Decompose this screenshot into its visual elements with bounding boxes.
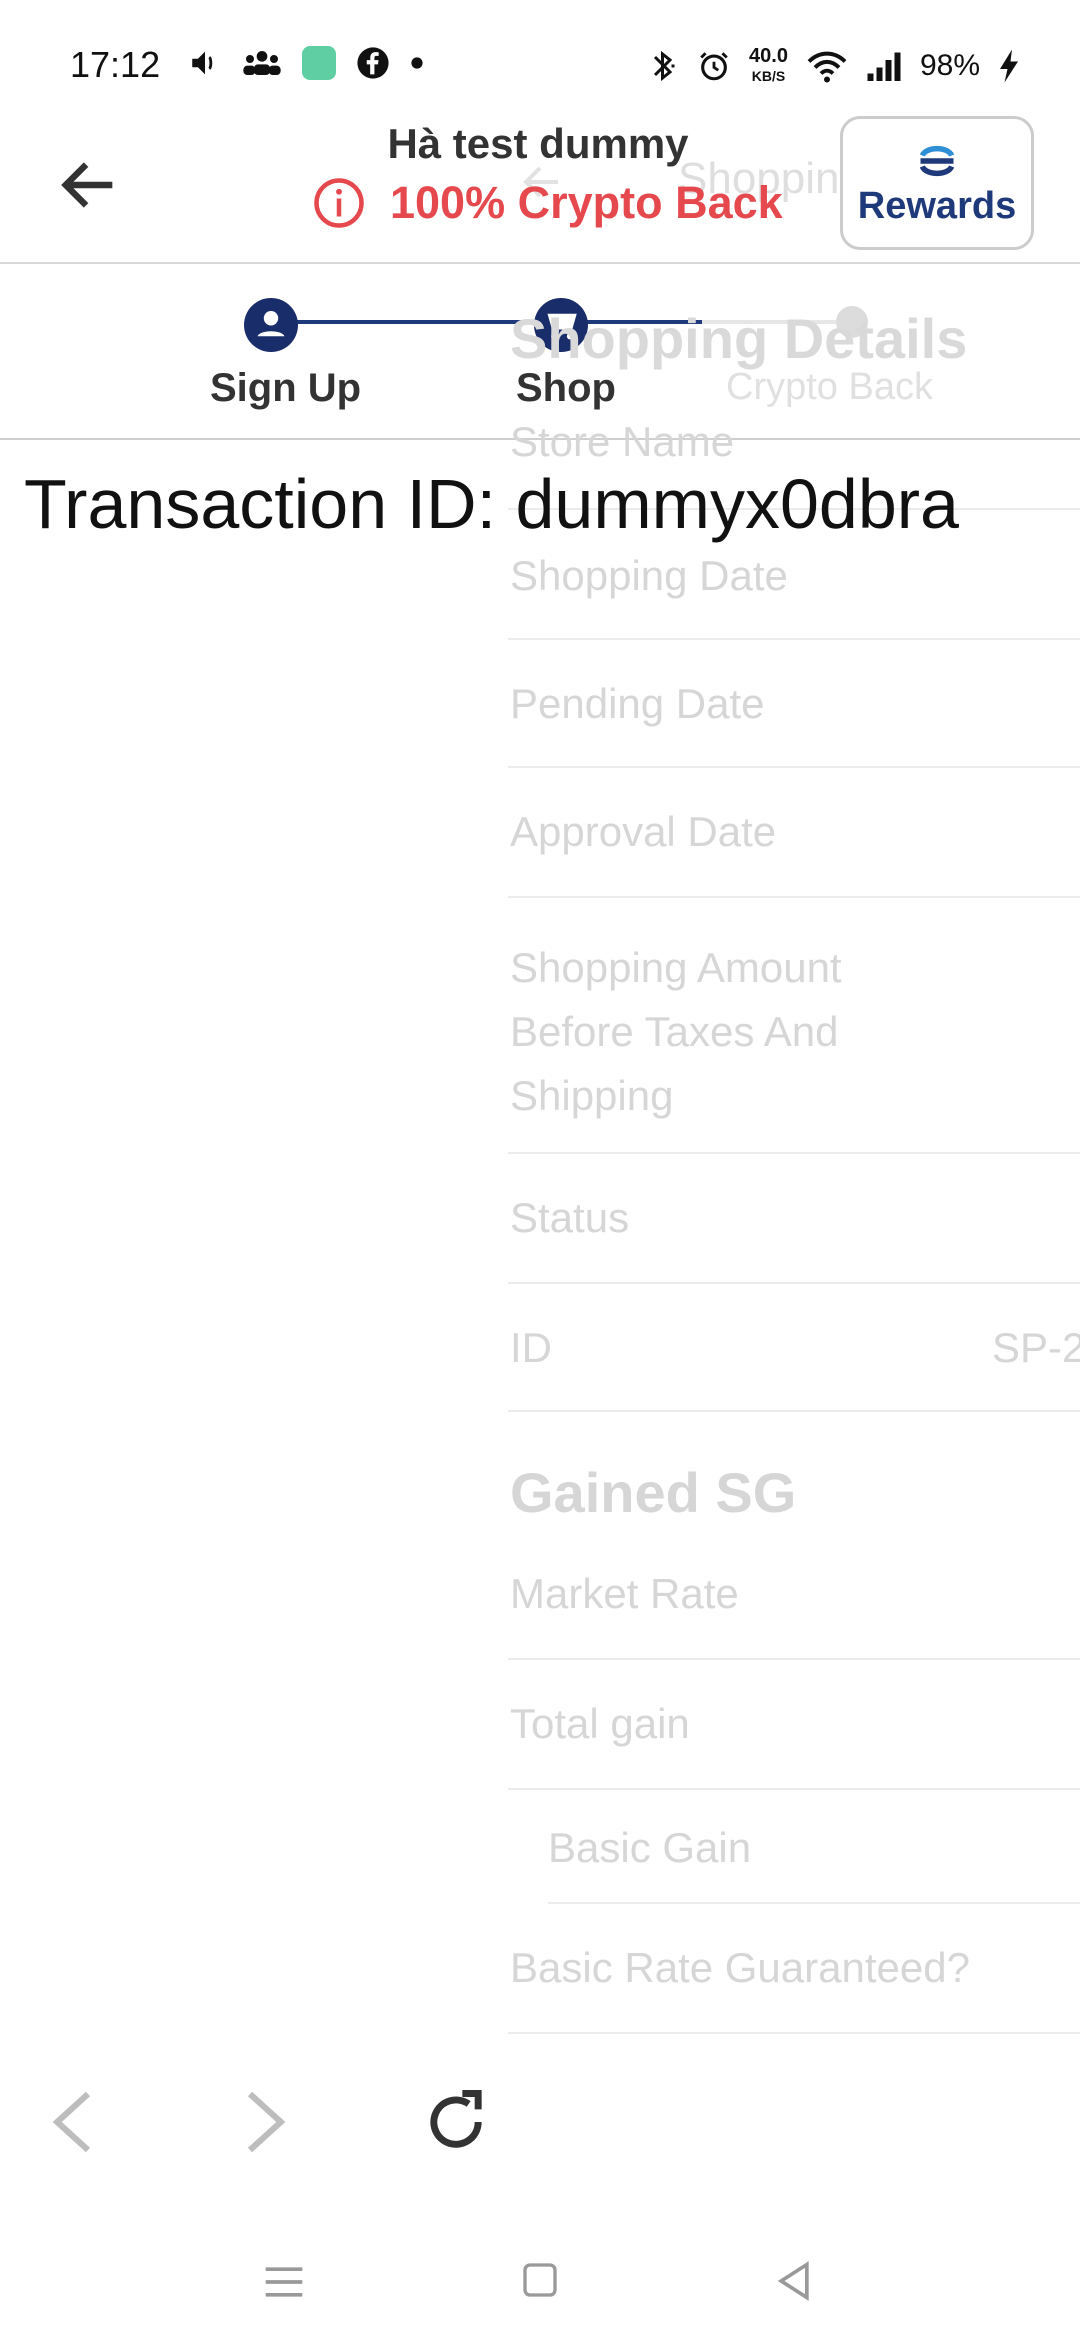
charging-icon bbox=[1000, 49, 1018, 83]
progress-stepper: Sign Up Shop Crypto Back Shopping Detail… bbox=[0, 262, 1080, 440]
wifi-icon bbox=[807, 51, 847, 83]
ghost-row-basic-gain: Basic Gain bbox=[548, 1824, 752, 1871]
step-shop-label: Shop bbox=[516, 366, 616, 410]
ghost-row-market-rate: Market Rate bbox=[510, 1570, 739, 1617]
dot-icon bbox=[411, 57, 423, 69]
facebook-icon bbox=[357, 47, 389, 79]
system-nav-bar bbox=[0, 2220, 1080, 2340]
status-time: 17:12 bbox=[70, 44, 161, 85]
ghost-row-basic-rate: Basic Rate Guaranteed? bbox=[510, 1944, 970, 1991]
ghost-row-total-gain: Total gain bbox=[510, 1700, 690, 1747]
group-icon bbox=[243, 51, 281, 75]
volume-icon bbox=[192, 51, 213, 75]
cashback-rate: 100% Crypto Back bbox=[312, 176, 783, 230]
rewards-label: Rewards bbox=[857, 185, 1017, 227]
back-triangle-icon[interactable] bbox=[772, 2258, 816, 2304]
ghost-row-approval-date: Approval Date bbox=[510, 808, 777, 855]
status-bar: 17:12 40.0 KB/S 98% bbox=[0, 0, 1080, 110]
ghost-row-status: Status bbox=[510, 1194, 630, 1241]
user-icon bbox=[257, 311, 285, 337]
transaction-id: Transaction ID: dummyx0dbra bbox=[24, 465, 959, 543]
alarm-icon bbox=[700, 52, 728, 81]
chevron-left-icon[interactable] bbox=[46, 2086, 102, 2158]
webview-nav-bar bbox=[0, 2070, 1080, 2180]
ghost-row-id: ID bbox=[510, 1324, 552, 1371]
cashback-text: 100% Crypto Back bbox=[390, 177, 783, 228]
ghost-gained-title: Gained SG bbox=[510, 1461, 797, 1524]
status-icons-left bbox=[188, 46, 424, 80]
sg-logo-icon bbox=[919, 145, 955, 177]
home-icon[interactable] bbox=[520, 2260, 560, 2300]
chevron-right-icon[interactable] bbox=[236, 2086, 292, 2158]
rewards-button[interactable]: Rewards bbox=[840, 116, 1034, 250]
ghost-row-shopping-amount: Shopping Amount Before Taxes And Shippin… bbox=[510, 944, 842, 1119]
ghost-row-id-value: SP-2 bbox=[992, 1324, 1080, 1371]
app-icon bbox=[302, 46, 336, 80]
signal-icon bbox=[867, 52, 901, 81]
ghost-section-title: Shopping Details bbox=[510, 307, 968, 370]
net-speed: 40.0 KB/S bbox=[749, 45, 788, 84]
reload-icon[interactable] bbox=[418, 2084, 494, 2160]
step-signup-label: Sign Up bbox=[210, 366, 362, 410]
step-cryptoback-label: Crypto Back bbox=[726, 366, 933, 408]
battery-level: 98% bbox=[919, 49, 980, 82]
status-icons-right: 40.0 KB/S 98% bbox=[649, 46, 1020, 86]
app-header: Shopping Details Hà test dummy 100% Cryp… bbox=[0, 110, 1080, 264]
step-signup-dot bbox=[244, 298, 298, 352]
menu-icon[interactable] bbox=[262, 2262, 306, 2302]
ghost-row-pending-date: Pending Date bbox=[510, 680, 765, 727]
ghost-row-shopping-date: Shopping Date bbox=[510, 552, 788, 599]
bluetooth-icon bbox=[653, 50, 675, 82]
info-icon[interactable] bbox=[312, 176, 366, 230]
